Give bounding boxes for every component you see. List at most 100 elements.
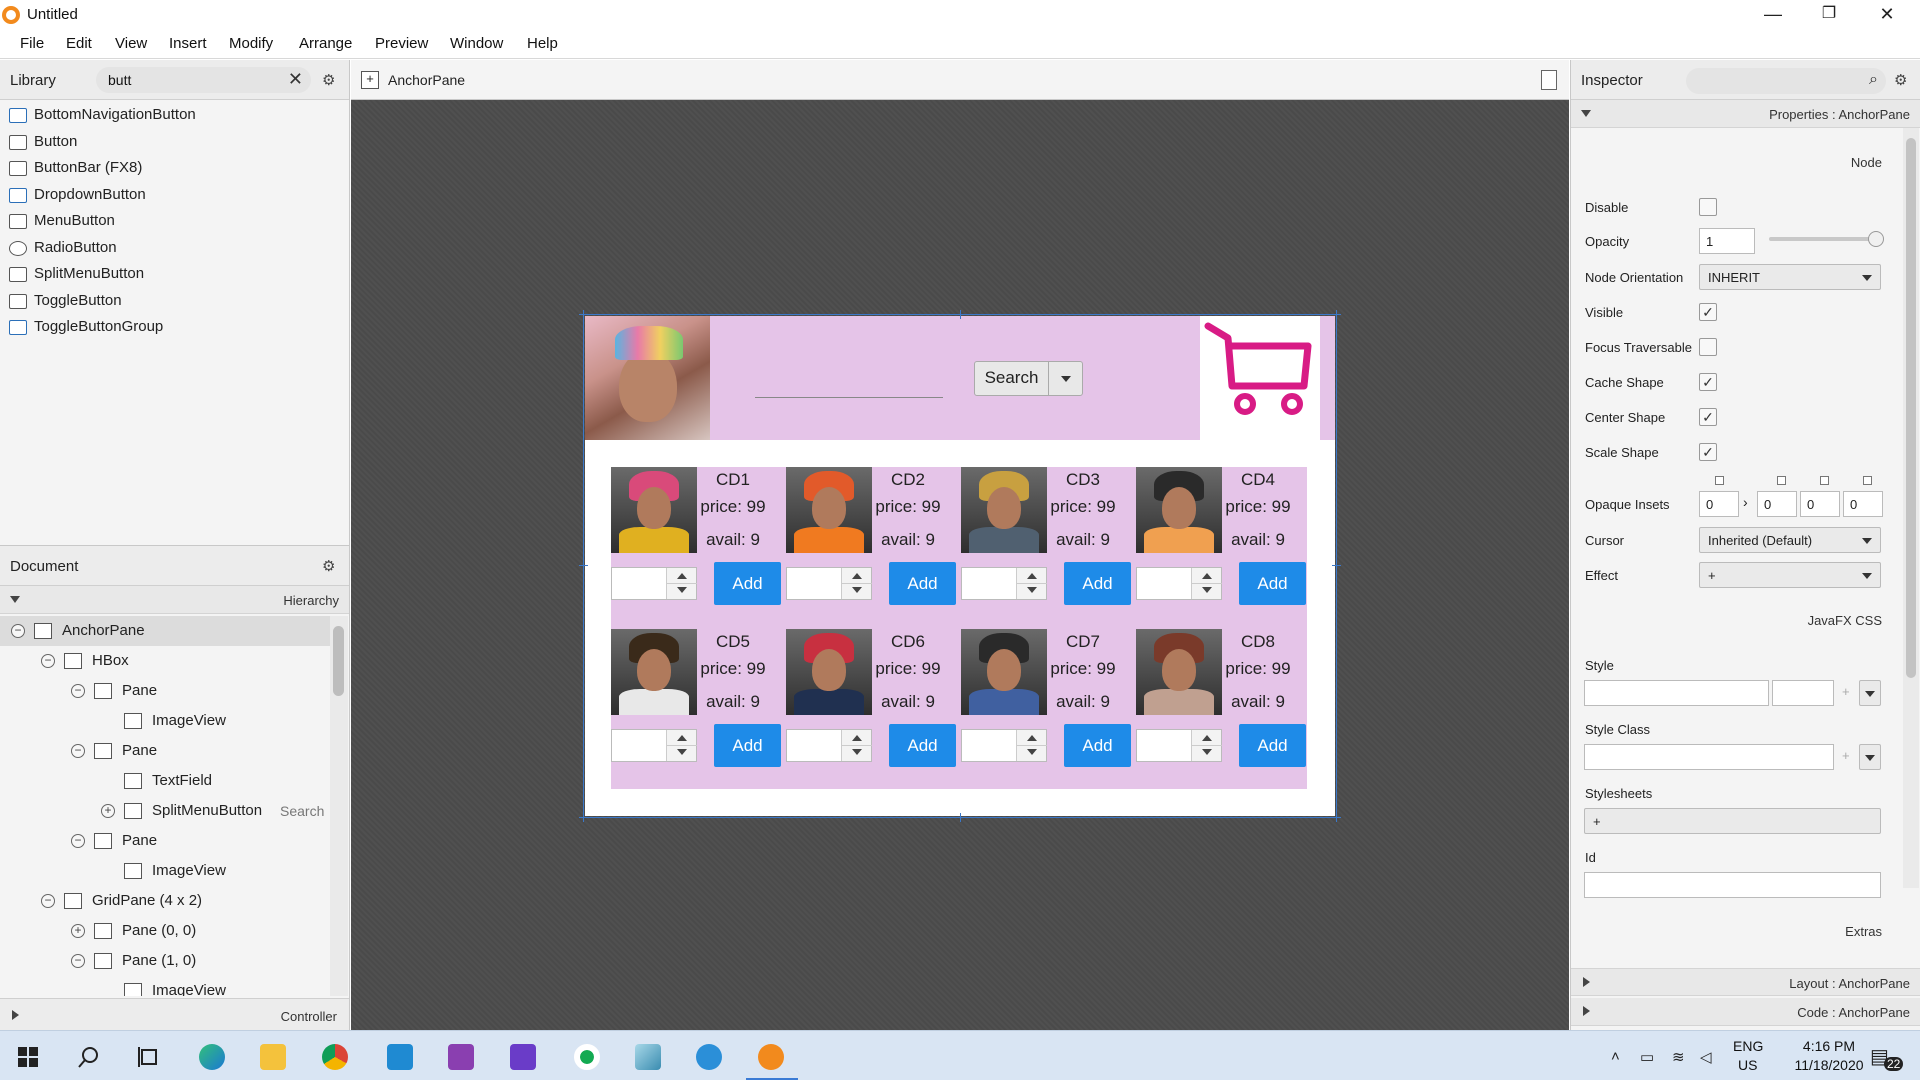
add-to-cart-button[interactable]: Add	[1239, 724, 1306, 767]
clock-time[interactable]: 4:16 PM	[1794, 1038, 1864, 1054]
decrement-icon[interactable]	[1202, 749, 1212, 755]
inset-link-icon[interactable]	[1777, 476, 1786, 485]
add-icon[interactable]: +	[1842, 684, 1850, 699]
close-button[interactable]: ✕	[1858, 0, 1916, 30]
tree-row[interactable]: − Pane	[0, 826, 330, 856]
spinner-buttons[interactable]	[666, 568, 697, 599]
quantity-spinner[interactable]	[1136, 729, 1222, 762]
spinner-buttons[interactable]	[1191, 568, 1222, 599]
quantity-spinner[interactable]	[786, 729, 872, 762]
tree-row[interactable]: TextField	[0, 766, 330, 796]
menu-arrange[interactable]: Arrange	[299, 35, 352, 52]
spinner-buttons[interactable]	[1016, 730, 1047, 761]
task-view-icon[interactable]	[138, 1046, 160, 1068]
app-icon[interactable]	[635, 1044, 661, 1070]
windows-start-icon[interactable]	[18, 1047, 38, 1067]
battery-icon[interactable]: ▭	[1640, 1048, 1654, 1066]
focus-traversable-checkbox[interactable]	[1699, 338, 1717, 356]
scrollbar-thumb[interactable]	[1906, 138, 1916, 678]
decrement-icon[interactable]	[1202, 587, 1212, 593]
inset-top-input[interactable]: 0	[1699, 491, 1739, 517]
layout-bar[interactable]: Layout : AnchorPane	[1571, 968, 1920, 996]
add-to-cart-button[interactable]: Add	[714, 724, 781, 767]
collapse-icon[interactable]: −	[41, 894, 55, 908]
increment-icon[interactable]	[852, 735, 862, 741]
spinner-buttons[interactable]	[666, 730, 697, 761]
library-item[interactable]: ButtonBar (FX8)	[0, 155, 349, 182]
expand-icon[interactable]: +	[101, 804, 115, 818]
menu-window[interactable]: Window	[450, 35, 503, 52]
library-gear-icon[interactable]: ⚙	[322, 71, 335, 89]
center-shape-checkbox[interactable]: ✓	[1699, 408, 1717, 426]
document-icon[interactable]	[1541, 70, 1557, 90]
tree-row[interactable]: ImageView	[0, 976, 330, 996]
quantity-spinner[interactable]	[961, 729, 1047, 762]
increment-icon[interactable]	[1027, 573, 1037, 579]
tree-row[interactable]: − Pane (1, 0)	[0, 946, 330, 976]
decrement-icon[interactable]	[677, 749, 687, 755]
quantity-spinner[interactable]	[786, 567, 872, 600]
cloud-app-icon[interactable]	[696, 1044, 722, 1070]
increment-icon[interactable]	[1202, 735, 1212, 741]
quantity-spinner[interactable]	[611, 567, 697, 600]
chrome-icon[interactable]	[322, 1044, 348, 1070]
collapse-icon[interactable]: −	[71, 744, 85, 758]
increment-icon[interactable]	[677, 573, 687, 579]
shopping-cart-icon[interactable]	[1200, 316, 1320, 440]
resize-handle[interactable]	[579, 561, 588, 570]
spinner-buttons[interactable]	[841, 568, 872, 599]
id-input[interactable]	[1584, 872, 1881, 898]
style-value-input[interactable]	[1772, 680, 1834, 706]
inspector-search-input[interactable]: ⌕	[1686, 68, 1886, 94]
add-to-cart-button[interactable]: Add	[714, 562, 781, 605]
language-bottom[interactable]: US	[1738, 1057, 1757, 1073]
chevron-up-icon[interactable]: ˄	[1611, 1048, 1620, 1065]
tree-row[interactable]: − Pane	[0, 736, 330, 766]
scale-shape-checkbox[interactable]: ✓	[1699, 443, 1717, 461]
inspector-scrollbar[interactable]	[1903, 128, 1919, 888]
effect-select[interactable]: +	[1699, 562, 1881, 588]
spinner-buttons[interactable]	[1191, 730, 1222, 761]
menu-preview[interactable]: Preview	[375, 35, 428, 52]
collapse-icon[interactable]: −	[71, 684, 85, 698]
quantity-spinner[interactable]	[611, 729, 697, 762]
volume-icon[interactable]: ◁	[1700, 1048, 1712, 1066]
inset-link-icon[interactable]	[1820, 476, 1829, 485]
add-icon[interactable]: +	[1842, 748, 1850, 763]
breadcrumb[interactable]: AnchorPane	[388, 72, 465, 88]
visual-studio-icon[interactable]	[448, 1044, 474, 1070]
scrollbar-thumb[interactable]	[333, 626, 344, 696]
wifi-icon[interactable]: ≋	[1672, 1048, 1685, 1066]
collapse-icon[interactable]: −	[71, 834, 85, 848]
library-item[interactable]: ToggleButtonGroup	[0, 314, 349, 341]
maximize-button[interactable]: ❐	[1800, 0, 1858, 30]
clear-search-icon[interactable]: ✕	[288, 69, 303, 90]
collapse-icon[interactable]: −	[11, 624, 25, 638]
decrement-icon[interactable]	[852, 749, 862, 755]
increment-icon[interactable]	[852, 573, 862, 579]
opacity-slider-track[interactable]	[1769, 237, 1874, 241]
add-to-cart-button[interactable]: Add	[889, 724, 956, 767]
spinner-buttons[interactable]	[1016, 568, 1047, 599]
mongodb-icon[interactable]	[574, 1044, 600, 1070]
menu-help[interactable]: Help	[527, 35, 558, 52]
chevron-down-icon[interactable]	[1061, 376, 1071, 382]
disable-checkbox[interactable]	[1699, 198, 1717, 216]
library-item[interactable]: RadioButton	[0, 235, 349, 262]
quantity-spinner[interactable]	[961, 567, 1047, 600]
edge-icon[interactable]	[199, 1044, 225, 1070]
document-gear-icon[interactable]: ⚙	[322, 557, 335, 575]
increment-icon[interactable]	[1027, 735, 1037, 741]
opacity-slider-thumb[interactable]	[1868, 231, 1884, 247]
menu-view[interactable]: View	[115, 35, 147, 52]
style-class-select[interactable]	[1859, 744, 1881, 770]
hierarchy-bar[interactable]: Hierarchy	[0, 586, 349, 614]
minimize-button[interactable]: —	[1744, 0, 1802, 30]
inset-left-input[interactable]: 0	[1843, 491, 1883, 517]
library-item[interactable]: DropdownButton	[0, 182, 349, 209]
increment-icon[interactable]	[1202, 573, 1212, 579]
clock-date[interactable]: 11/18/2020	[1786, 1057, 1872, 1073]
search-icon[interactable]	[78, 1046, 100, 1068]
opacity-input[interactable]: 1	[1699, 228, 1755, 254]
library-item[interactable]: SplitMenuButton	[0, 261, 349, 288]
